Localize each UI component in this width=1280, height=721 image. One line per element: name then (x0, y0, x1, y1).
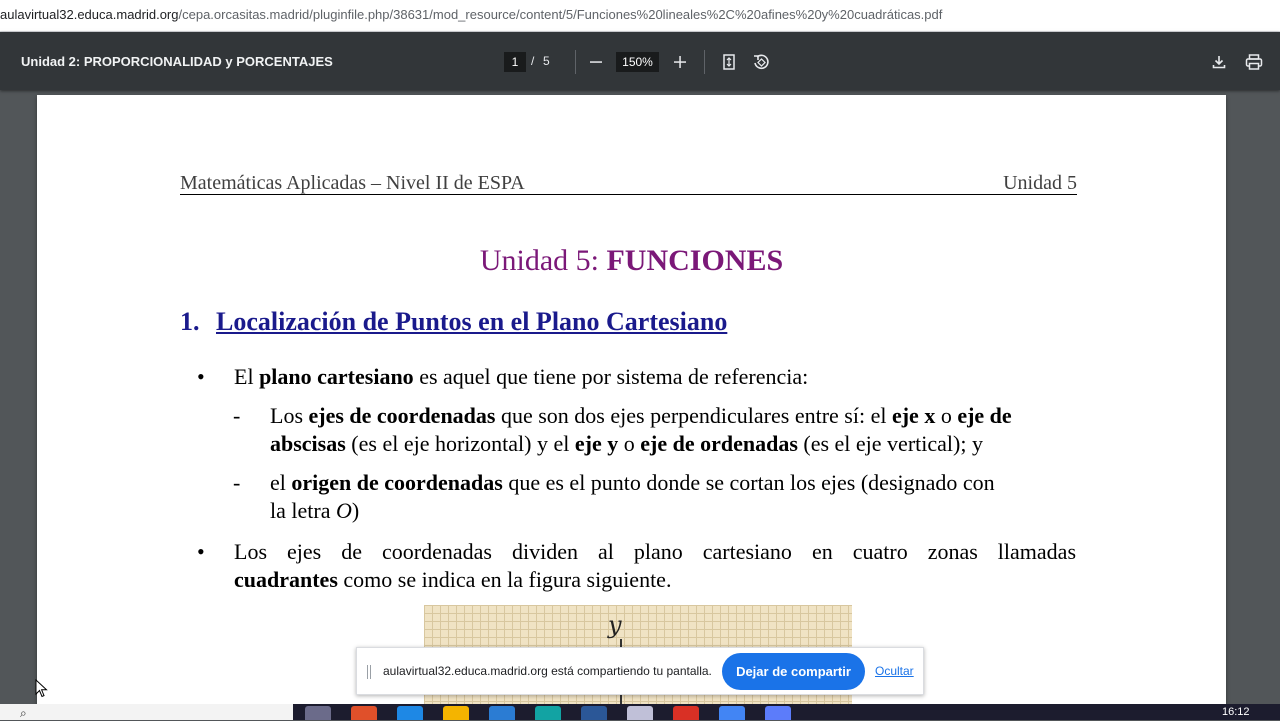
taskbar-app-icon[interactable] (489, 706, 515, 720)
taskbar-app-icon[interactable] (765, 706, 791, 720)
url-host: aulavirtual32.educa.madrid.org (0, 7, 179, 22)
share-message: aulavirtual32.educa.madrid.org está comp… (383, 664, 712, 678)
taskbar-app-icon[interactable] (535, 706, 561, 720)
dash2-line2: la letra O) (270, 498, 360, 523)
download-icon (1212, 56, 1226, 69)
section-title: Localización de Puntos en el Plano Carte… (216, 307, 728, 336)
zoom-out-button[interactable] (583, 49, 609, 75)
fit-page-button[interactable] (716, 49, 742, 75)
clock[interactable]: 16:12 (1222, 706, 1250, 718)
dash-marker: - (233, 403, 241, 428)
taskbar-app-icon[interactable] (351, 706, 377, 720)
mouse-cursor-icon (35, 679, 48, 698)
screen-share-bar: aulavirtual32.educa.madrid.org está comp… (356, 647, 924, 695)
dash1-line2: abscisas (es el eje horizontal) y el eje… (270, 431, 983, 456)
stop-sharing-button[interactable]: Dejar de compartir (722, 653, 865, 690)
fit-page-icon (723, 54, 735, 70)
page-total: 5 (543, 54, 550, 68)
taskbar-search[interactable]: ⌕ (0, 704, 293, 720)
unit-title-bold: FUNCIONES (606, 244, 784, 277)
drag-handle[interactable] (367, 665, 371, 679)
taskbar-apps (305, 706, 791, 720)
address-bar[interactable]: aulavirtual32.educa.madrid.org/cepa.orca… (0, 0, 1280, 32)
zoom-in-button[interactable] (667, 49, 693, 75)
pdf-toolbar: Unidad 2: PROPORCIONALIDAD y PORCENTAJES… (0, 32, 1280, 90)
hide-link[interactable]: Ocultar (875, 664, 914, 678)
dash-marker: - (233, 470, 241, 495)
taskbar-app-icon[interactable] (627, 706, 653, 720)
url-path: /cepa.orcasitas.madrid/pluginfile.php/38… (178, 7, 943, 22)
dash1-line1: Los ejes de coordenadas que son dos ejes… (270, 403, 1012, 428)
bullet2-line1: Los ejes de coordenadas dividen al plano… (234, 539, 1076, 564)
print-button[interactable] (1241, 49, 1267, 75)
rotate-icon (754, 54, 769, 70)
print-icon (1245, 54, 1263, 70)
dash2-line1: el origen de coordenadas que es el punto… (270, 470, 995, 495)
taskbar-app-icon[interactable] (581, 706, 607, 720)
taskbar-app-icon[interactable] (443, 706, 469, 720)
taskbar: ⌕ 16:12 (0, 704, 1280, 720)
figure-y-label: y (608, 611, 622, 639)
download-button[interactable] (1206, 49, 1232, 75)
zoom-out-icon (590, 61, 602, 63)
taskbar-app-icon[interactable] (305, 706, 331, 720)
taskbar-app-icon[interactable] (719, 706, 745, 720)
page-header: Matemáticas Aplicadas – Nivel II de ESPA… (180, 172, 1077, 195)
bullet-marker: • (197, 539, 205, 564)
page-separator: / (531, 54, 535, 68)
section-number: 1. (180, 307, 200, 336)
bullet2-line2: cuadrantes como se indica en la figura s… (234, 567, 672, 592)
url-text[interactable]: aulavirtual32.educa.madrid.org/cepa.orca… (0, 7, 942, 22)
header-course: Matemáticas Aplicadas – Nivel II de ESPA (180, 172, 525, 194)
toolbar-divider (704, 50, 705, 74)
taskbar-app-icon[interactable] (673, 706, 699, 720)
pdf-page: Matemáticas Aplicadas – Nivel II de ESPA… (37, 95, 1226, 720)
search-icon: ⌕ (20, 706, 27, 720)
zoom-in-icon (674, 56, 686, 68)
toolbar-divider (575, 50, 576, 74)
document-title: Unidad 2: PROPORCIONALIDAD y PORCENTAJES (21, 54, 333, 69)
bullet-marker: • (197, 364, 205, 389)
header-unit: Unidad 5 (1003, 172, 1077, 194)
bullet-text-1: El plano cartesiano es aquel que tiene p… (234, 364, 809, 389)
unit-title-prefix: Unidad 5: (479, 244, 607, 277)
page-number-input[interactable]: 1 (504, 52, 526, 72)
taskbar-app-icon[interactable] (397, 706, 423, 720)
unit-title: Unidad 5: FUNCIONES (37, 244, 1226, 278)
rotate-button[interactable] (748, 49, 774, 75)
pdf-viewer[interactable]: Matemáticas Aplicadas – Nivel II de ESPA… (0, 90, 1280, 720)
zoom-level-input[interactable]: 150% (616, 52, 659, 72)
